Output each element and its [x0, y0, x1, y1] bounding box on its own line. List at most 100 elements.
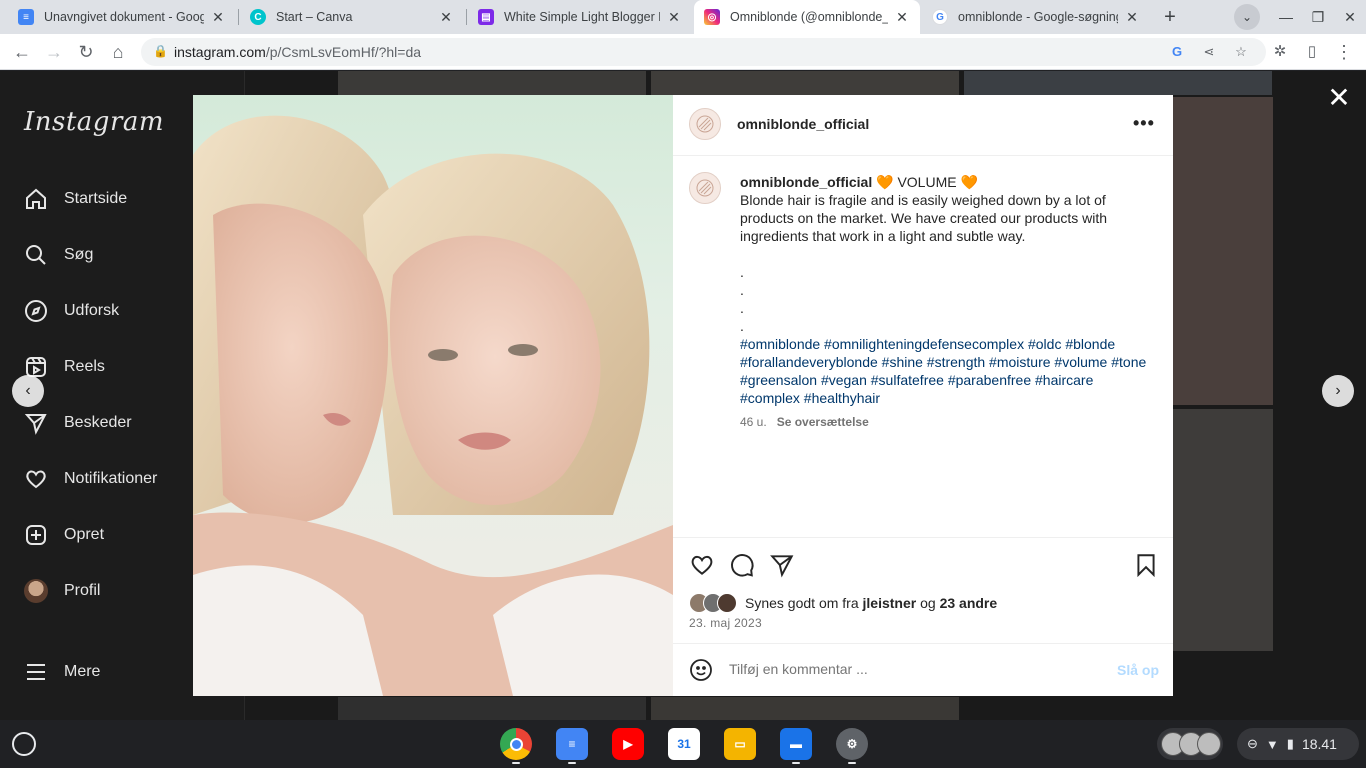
sidebar-item-profil[interactable]: Profil — [22, 575, 100, 607]
profile-grid-tile[interactable] — [338, 697, 646, 720]
caption-hashtags[interactable]: #omniblonde #omnilighteningdefensecomple… — [740, 335, 1150, 407]
caption-body: Blonde hair is fragile and is easily wei… — [740, 192, 1108, 244]
instagram-icon: ◎ — [704, 9, 720, 25]
google-lens-icon[interactable]: G — [1167, 42, 1187, 62]
next-post-button[interactable]: › — [1322, 375, 1354, 407]
extensions-puzzle-icon[interactable]: ✲ — [1266, 38, 1294, 66]
search-icon — [22, 241, 50, 269]
caption-meta: 46 u. Se oversættelse — [740, 413, 1150, 431]
google-docs-app-icon[interactable]: ≡ — [556, 728, 588, 760]
see-translation-link[interactable]: Se oversættelse — [777, 415, 869, 429]
home-button[interactable]: ⌂ — [104, 38, 132, 66]
sidebar-item-udforsk[interactable]: Udforsk — [22, 295, 119, 327]
chromeos-shelf: ≡ ▶ 31 ▭ ▬ ⚙ ⊖ ▼ ▮ 18.41 — [0, 720, 1366, 768]
share-icon[interactable]: ⋖ — [1199, 42, 1219, 62]
profile-grid-tile[interactable] — [651, 697, 959, 720]
status-tray[interactable]: ⊖ ▼ ▮ 18.41 — [1237, 728, 1359, 760]
bookmark-star-icon[interactable]: ☆ — [1231, 42, 1251, 62]
do-not-disturb-icon: ⊖ — [1247, 736, 1258, 751]
sidebar-item-beskeder[interactable]: Beskeder — [22, 407, 132, 439]
settings-app-icon[interactable]: ⚙ — [836, 728, 868, 760]
sidebar-item-opret[interactable]: Opret — [22, 519, 104, 551]
side-panel-icon[interactable]: ▯ — [1298, 38, 1326, 66]
previous-post-button[interactable]: ‹ — [12, 375, 44, 407]
chrome-app-icon[interactable] — [500, 728, 532, 760]
caption-text-block: omniblonde_official 🧡 VOLUME 🧡 Blonde ha… — [740, 173, 1150, 431]
post-username[interactable]: omniblonde_official — [737, 116, 869, 132]
canva-icon: C — [250, 9, 266, 25]
browser-menu-icon[interactable]: ⋮ — [1330, 38, 1358, 66]
hamburger-menu-icon — [22, 658, 50, 686]
close-window-icon[interactable]: ✕ — [1334, 0, 1366, 34]
address-url[interactable]: instagram.com/p/CsmLsvEomHf/?hl=da — [174, 44, 421, 60]
caption-dot: . — [740, 264, 744, 280]
running-indicator — [848, 762, 856, 764]
sidebar-item-soeg[interactable]: Søg — [22, 239, 93, 271]
profile-avatar[interactable] — [689, 108, 721, 140]
lock-icon[interactable]: 🔒 — [153, 44, 168, 58]
youtube-app-icon[interactable]: ▶ — [612, 728, 644, 760]
post-comment-button[interactable]: Slå op — [1117, 662, 1159, 678]
close-tab-icon[interactable]: ✕ — [438, 9, 454, 26]
profile-grid-tile[interactable] — [338, 71, 646, 95]
caption-spacer — [740, 245, 1150, 263]
liker-username[interactable]: jleistner — [863, 595, 917, 611]
post-side-panel: omniblonde_official ••• omniblonde_offic… — [673, 95, 1173, 696]
likes-and: og — [920, 595, 936, 611]
likes-others-link[interactable]: 23 andre — [940, 595, 998, 611]
browser-tab-0[interactable]: ≡ Unavngivet dokument - Googl ✕ — [8, 0, 236, 34]
close-tab-icon[interactable]: ✕ — [894, 9, 910, 26]
comment-input[interactable] — [729, 661, 1099, 677]
like-heart-icon[interactable] — [689, 552, 715, 578]
post-photo[interactable] — [193, 95, 673, 696]
reload-button[interactable]: ↻ — [72, 38, 100, 66]
profile-grid-tile[interactable] — [964, 71, 1272, 95]
omniblonde-logo-icon — [696, 115, 714, 133]
sidebar-item-startside[interactable]: Startside — [22, 183, 127, 215]
instagram-logo[interactable]: Instagram — [24, 107, 164, 137]
sidebar-item-notifikationer[interactable]: Notifikationer — [22, 463, 157, 495]
google-calendar-app-icon[interactable]: 31 — [668, 728, 700, 760]
share-paper-plane-icon[interactable] — [769, 552, 795, 578]
post-date[interactable]: 23. maj 2023 — [689, 616, 762, 630]
browser-tab-1[interactable]: C Start – Canva ✕ — [240, 0, 464, 34]
address-bar[interactable]: 🔒 instagram.com/p/CsmLsvEomHf/?hl=da G ⋖… — [141, 38, 1266, 66]
post-header: omniblonde_official ••• — [673, 95, 1173, 156]
save-bookmark-icon[interactable] — [1133, 552, 1159, 578]
new-tab-button[interactable]: + — [1156, 4, 1184, 30]
browser-tab-4[interactable]: G omniblonde - Google-søgning ✕ — [922, 0, 1150, 34]
close-tab-icon[interactable]: ✕ — [210, 9, 226, 26]
caption-title: 🧡 VOLUME 🧡 — [876, 174, 978, 190]
browser-tab-2[interactable]: ▤ White Simple Light Blogger Blo ✕ — [468, 0, 692, 34]
caption-username[interactable]: omniblonde_official — [740, 174, 872, 190]
tab-separator — [466, 9, 467, 25]
close-tab-icon[interactable]: ✕ — [1124, 9, 1140, 26]
profile-grid-tile[interactable] — [1173, 409, 1273, 651]
close-modal-button[interactable]: ✕ — [1326, 84, 1352, 112]
browser-tab-3-active[interactable]: ◎ Omniblonde (@omniblonde_o ✕ — [694, 0, 920, 34]
restore-window-icon[interactable]: ❐ — [1302, 0, 1334, 34]
launcher-button[interactable] — [12, 732, 36, 756]
running-indicator — [568, 762, 576, 764]
liker-avatar — [717, 593, 737, 613]
caption-avatar[interactable] — [689, 172, 721, 204]
post-actions: Synes godt om fra jleistner og 23 andre … — [673, 537, 1173, 643]
forward-button[interactable]: → — [40, 38, 68, 66]
files-app-icon[interactable]: ▬ — [780, 728, 812, 760]
comment-bubble-icon[interactable] — [729, 552, 755, 578]
sidebar-item-mere[interactable]: Mere — [22, 656, 100, 688]
close-tab-icon[interactable]: ✕ — [666, 9, 682, 26]
more-options-icon[interactable]: ••• — [1133, 113, 1155, 134]
profile-grid-tile[interactable] — [1173, 97, 1273, 405]
tab-search-button[interactable]: ⌄ — [1234, 4, 1260, 30]
post-age[interactable]: 46 u. — [740, 415, 767, 429]
emoji-icon[interactable] — [689, 658, 713, 682]
liker-avatars[interactable] — [689, 593, 737, 613]
google-slides-app-icon[interactable]: ▭ — [724, 728, 756, 760]
profile-grid-tile[interactable] — [651, 71, 959, 95]
minimize-window-icon[interactable]: — — [1270, 0, 1302, 34]
battery-icon: ▮ — [1286, 736, 1294, 751]
tote-holding-space[interactable] — [1157, 728, 1223, 760]
caption-dot: . — [740, 318, 744, 334]
back-button[interactable]: ← — [8, 38, 36, 66]
